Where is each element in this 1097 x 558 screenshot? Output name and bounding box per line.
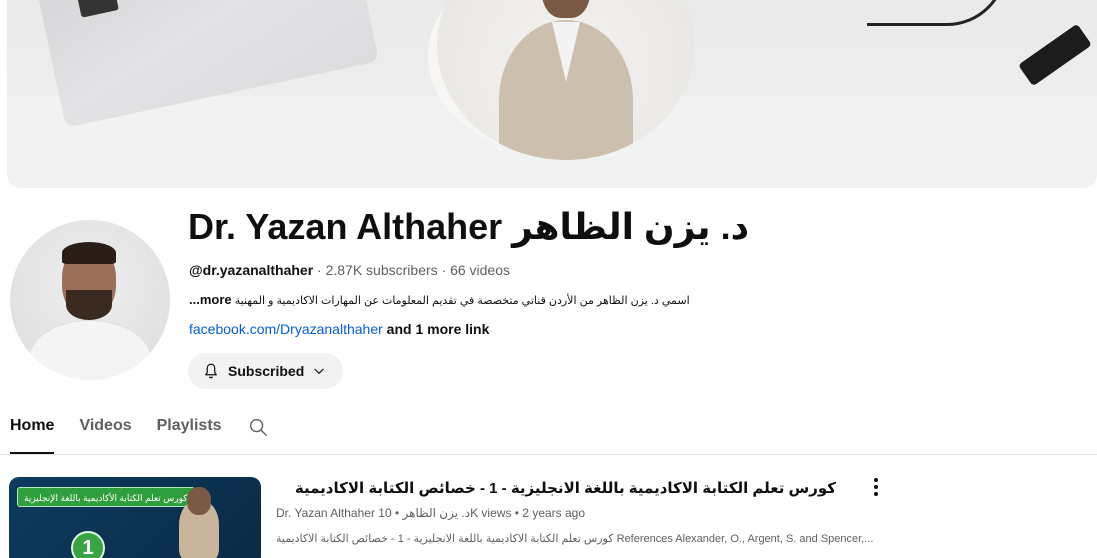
banner-glasses-image bbox=[867, 0, 1007, 26]
channel-name: Dr. Yazan Althaher د. يزن الظاهر bbox=[188, 206, 750, 247]
video-meta: Dr. Yazan Althaher د. يزن الظاهر • 10K v… bbox=[276, 506, 586, 520]
channel-banner bbox=[7, 0, 1097, 188]
channel-meta: @dr.yazanalthaher · 2.87K subscribers · … bbox=[189, 262, 510, 278]
tab-playlists[interactable]: Playlists bbox=[157, 410, 222, 454]
banner-usb-image bbox=[1018, 23, 1092, 87]
bell-icon bbox=[205, 363, 217, 379]
thumbnail-number: 1 bbox=[71, 531, 105, 558]
channel-tabs: Home Videos Playlists bbox=[10, 410, 269, 454]
more-vert-icon[interactable] bbox=[866, 475, 886, 499]
search-icon[interactable] bbox=[247, 416, 269, 438]
video-description: كورس تعلم الكتابة الاكاديمية باللغة الان… bbox=[276, 533, 874, 545]
more-links-button[interactable]: and 1 more link bbox=[383, 321, 490, 337]
channel-links: facebook.com/Dryazanalthaher and 1 more … bbox=[189, 321, 489, 337]
tabs-divider bbox=[0, 454, 1097, 455]
video-title[interactable]: كورس تعلم الكتابة الاكاديمية باللغة الان… bbox=[276, 479, 836, 497]
tab-home[interactable]: Home bbox=[10, 410, 55, 454]
channel-stats: · 2.87K subscribers · 66 videos bbox=[313, 262, 511, 278]
facebook-link[interactable]: facebook.com/Dryazanalthaher bbox=[189, 321, 383, 337]
chevron-down-icon bbox=[314, 368, 324, 374]
description-text: اسمي د. يزن الظاهر من الأردن قناتي متخصص… bbox=[234, 295, 690, 307]
subscribed-label: Subscribed bbox=[228, 363, 305, 379]
description-more-link[interactable]: ...more bbox=[189, 292, 232, 307]
tab-videos[interactable]: Videos bbox=[79, 410, 131, 454]
video-thumbnail[interactable]: كورس تعلم الكتابة الأكاديمية باللغة الإن… bbox=[9, 477, 261, 558]
channel-handle: @dr.yazanalthaher bbox=[189, 262, 314, 278]
channel-avatar[interactable] bbox=[10, 220, 170, 380]
channel-description[interactable]: ...more اسمي د. يزن الظاهر من الأردن قنا… bbox=[189, 292, 690, 307]
subscribed-button[interactable]: Subscribed bbox=[188, 353, 343, 389]
thumbnail-tag: كورس تعلم الكتابة الأكاديمية باللغة الإن… bbox=[17, 487, 195, 507]
